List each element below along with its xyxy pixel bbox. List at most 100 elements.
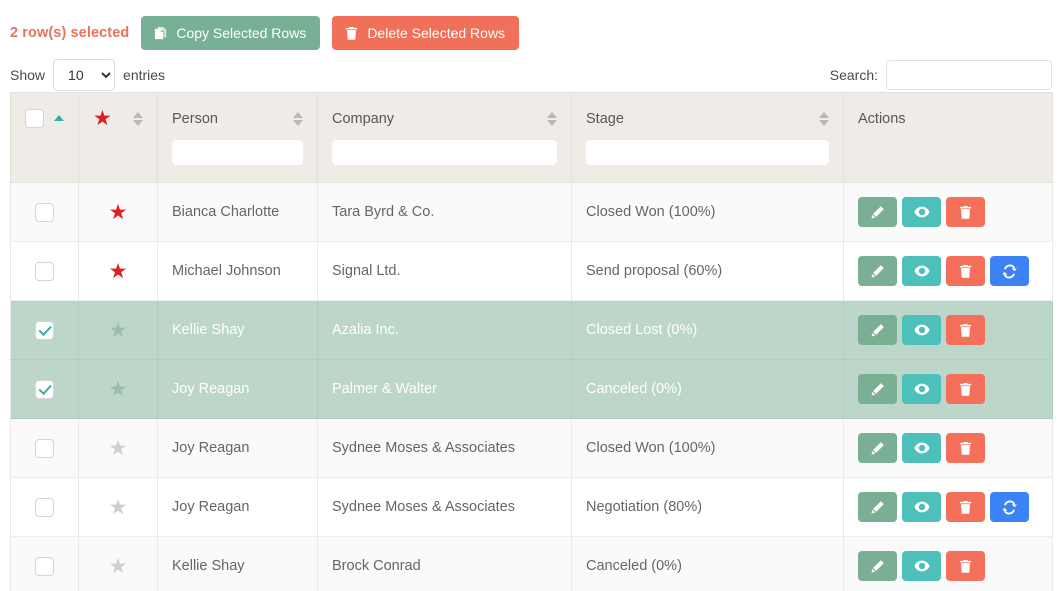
table-row[interactable]: ★ Kellie Shay Azalia Inc. Closed Lost (0%) [10,300,1053,360]
star-outline-icon[interactable]: ★ [109,496,128,519]
delete-row-button[interactable] [946,315,985,345]
row-star-cell[interactable]: ★ [78,536,158,591]
header-row: ★ Person Company Stage Actions [10,92,1053,137]
edit-row-button[interactable] [858,374,897,404]
row-select-cell[interactable] [10,536,79,591]
row-select-cell[interactable] [10,418,79,478]
row-star-cell[interactable]: ★ [78,300,158,360]
row-select-cell[interactable] [10,359,79,419]
edit-row-button[interactable] [858,433,897,463]
view-row-button[interactable] [902,374,941,404]
edit-row-button[interactable] [858,197,897,227]
row-action-buttons [858,197,1038,227]
row-checkbox[interactable] [35,556,54,576]
star-outline-icon[interactable]: ★ [109,378,128,401]
cell-actions [843,418,1053,478]
trash-icon [344,26,359,41]
row-checkbox[interactable] [35,320,54,340]
star-filled-icon: ★ [93,107,112,131]
cell-actions [843,241,1053,301]
cell-person: Michael Johnson [157,241,318,301]
row-select-cell[interactable] [10,477,79,537]
delete-row-button[interactable] [946,256,985,286]
cell-company: Sydnee Moses & Associates [317,418,572,478]
row-action-buttons [858,315,1038,345]
cell-actions [843,182,1053,242]
table-row[interactable]: ★ Bianca Charlotte Tara Byrd & Co. Closed W… [10,182,1053,242]
row-checkbox[interactable] [35,202,54,222]
column-header-check[interactable] [10,92,79,137]
refresh-row-button[interactable] [990,256,1029,286]
eye-icon [914,264,930,279]
delete-selected-rows-button[interactable]: Delete Selected Rows [332,16,520,50]
filter-cell-stage[interactable] [571,136,844,183]
sync-icon [1002,264,1017,279]
cell-stage: Closed Won (100%) [571,418,844,478]
column-header-label: Stage [586,110,624,127]
row-star-cell[interactable]: ★ [78,241,158,301]
row-star-cell[interactable]: ★ [78,359,158,419]
copy-selected-rows-button[interactable]: Copy Selected Rows [141,16,321,50]
view-row-button[interactable] [902,315,941,345]
sort-indicator-company[interactable] [547,111,557,126]
filter-input-company[interactable] [332,139,557,165]
sort-indicator-person[interactable] [293,111,303,126]
row-checkbox[interactable] [35,261,54,281]
column-header-stage[interactable]: Stage [571,92,844,137]
filter-cell-actions [843,136,1053,183]
refresh-row-button[interactable] [990,492,1029,522]
view-row-button[interactable] [902,492,941,522]
page-length-select[interactable]: 102550100 [53,59,116,91]
edit-row-button[interactable] [858,492,897,522]
view-row-button[interactable] [902,433,941,463]
filter-cell-company[interactable] [317,136,572,183]
row-checkbox[interactable] [35,497,54,517]
sort-indicator-check[interactable] [54,114,64,123]
sort-indicator-stage[interactable] [819,111,829,126]
filter-cell-check [10,136,79,183]
row-star-cell[interactable]: ★ [78,182,158,242]
star-outline-icon[interactable]: ★ [109,319,128,342]
filter-input-person[interactable] [172,139,303,165]
view-row-button[interactable] [902,256,941,286]
table-row[interactable]: ★ Joy Reagan Sydnee Moses & Associates Nego… [10,477,1053,537]
column-header-person[interactable]: Person [157,92,318,137]
select-all-checkbox[interactable] [25,109,44,129]
row-select-cell[interactable] [10,241,79,301]
table-row[interactable]: ★ Michael Johnson Signal Ltd. Send proposal… [10,241,1053,301]
sort-indicator-star[interactable] [133,111,143,126]
filter-cell-person[interactable] [157,136,318,183]
filter-input-stage[interactable] [586,139,829,165]
star-filled-icon[interactable]: ★ [109,260,128,283]
column-header-star[interactable]: ★ [78,92,158,137]
pencil-icon [870,559,885,574]
show-label: Show [10,67,46,83]
row-checkbox[interactable] [35,379,54,399]
edit-row-button[interactable] [858,256,897,286]
row-star-cell[interactable]: ★ [78,477,158,537]
column-header-company[interactable]: Company [317,92,572,137]
view-row-button[interactable] [902,197,941,227]
table-row[interactable]: ★ Joy Reagan Sydnee Moses & Associates Clos… [10,418,1053,478]
star-outline-icon[interactable]: ★ [109,555,128,578]
search-input[interactable] [886,60,1052,90]
cell-company: Sydnee Moses & Associates [317,477,572,537]
row-select-cell[interactable] [10,182,79,242]
table-row[interactable]: ★ Kellie Shay Brock Conrad Canceled (0%) [10,536,1053,591]
edit-row-button[interactable] [858,551,897,581]
delete-row-button[interactable] [946,374,985,404]
delete-row-button[interactable] [946,197,985,227]
star-outline-icon[interactable]: ★ [109,437,128,460]
delete-row-button[interactable] [946,551,985,581]
delete-row-button[interactable] [946,492,985,522]
row-select-cell[interactable] [10,300,79,360]
edit-row-button[interactable] [858,315,897,345]
view-row-button[interactable] [902,551,941,581]
trash-icon [958,382,973,397]
star-filled-icon[interactable]: ★ [109,201,128,224]
trash-icon [958,205,973,220]
row-star-cell[interactable]: ★ [78,418,158,478]
table-row[interactable]: ★ Joy Reagan Palmer & Walter Canceled (0%) [10,359,1053,419]
delete-row-button[interactable] [946,433,985,463]
row-checkbox[interactable] [35,438,54,458]
